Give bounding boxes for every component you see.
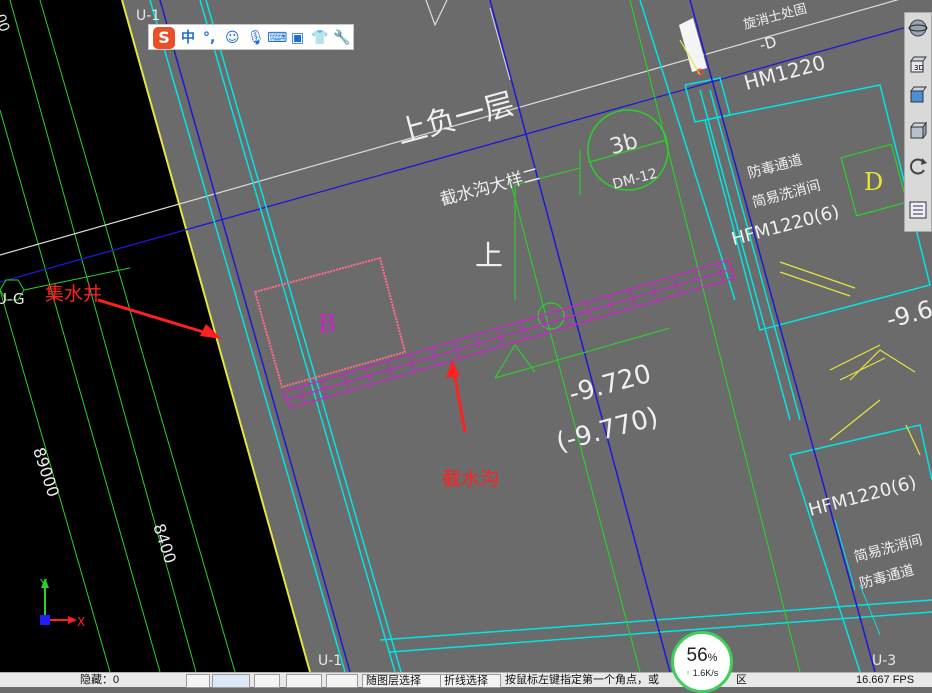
punctuation-toggle[interactable]: °, [203,29,215,47]
network-speed-widget[interactable]: 56% ↑ 1.6K/s [671,631,733,693]
intercept-trench [282,259,736,409]
svg-text:Y: Y [39,577,48,591]
axis-ref-number: 3b [607,129,640,160]
door-label-hfm-bottom: HFM1220(6) [806,472,918,521]
microphone-icon[interactable]: 🎙 [247,29,265,47]
command-hint-tail: 区 [736,674,747,686]
view-3d-icon[interactable]: 3D [907,53,929,75]
ime-toolbar[interactable]: S 中 °, ☺ 🎙 ⌨ ▣ 👕 🔧 [148,24,354,50]
room-label-wash-2: 简易洗消间 [852,531,924,566]
detail-label: 截水沟大样二 [438,165,542,211]
up-label: 上 [475,239,503,272]
keyboard-icon[interactable]: ⌨ [267,29,287,47]
elevation-right: -9.6 [883,295,932,334]
door-label-hm-minus: -D [757,33,778,55]
room-label-wash-1: 简易洗消间 [750,177,822,212]
axis-label-u1-bottom: U-1 [318,653,342,669]
detail-lines-yellow [779,261,921,456]
network-percent: 56 [686,645,708,666]
view-toolbar: 3D [904,12,932,232]
exterior-black-area [0,0,310,672]
room-label-b: B [318,310,336,338]
rotate-icon[interactable] [907,155,929,177]
properties-icon[interactable] [907,199,929,221]
command-hint: 按鼠标左键指定第一个角点，或 [505,674,659,686]
fps-readout: 16.667 FPS [856,674,915,686]
settings-wrench-icon[interactable]: 🔧 [333,29,350,47]
elevation-main: -9.720 [566,359,655,410]
toolbox-icon[interactable]: ▣ [291,29,304,47]
door-label-hm: HM1220 [741,50,828,95]
network-speed: ↑ 1.6K/s [685,668,719,678]
view-cube-front-icon[interactable] [907,83,929,105]
room-label-poison-1: 防毒通道 [746,152,804,182]
status-bar: 隐藏：0 随图层选择 折线选择 按鼠标左键指定第一个角点，或 区 16.667 … [0,672,932,688]
axis-label-u3: U-3 [872,653,896,669]
annotation-arrow-trench [446,360,467,433]
annotation-trench: 截水沟 [442,468,499,490]
annotation-sump: 集水井 [45,283,102,305]
view-cube-icon[interactable] [907,119,929,141]
orbit-sphere-icon[interactable] [907,17,929,39]
room-label-poison-2: 防毒通道 [858,562,916,592]
hidden-count: 隐藏：0 [80,674,120,686]
svg-text:3D: 3D [914,64,924,72]
elevation-sub: (-9.770) [553,402,661,458]
sogou-logo-icon[interactable]: S [153,27,175,49]
room-label-d: D [864,168,883,196]
emoji-icon[interactable]: ☺ [225,29,240,47]
axis-label-u1-top: U-1 [136,8,160,24]
axis-label-ug: U-G [0,290,25,308]
ime-mode-toggle[interactable]: 中 [181,29,195,47]
svg-text:X: X [77,615,85,629]
door-label-hfm-top: HFM1220(6) [729,201,841,250]
cad-drawing-canvas[interactable]: 3b DM-12 B 上负一层 截水沟大样二 上 -9.720 (-9.770) [0,0,932,672]
upload-arrow-icon: ↑ [685,668,691,678]
skin-shirt-icon[interactable]: 👕 [311,29,328,47]
